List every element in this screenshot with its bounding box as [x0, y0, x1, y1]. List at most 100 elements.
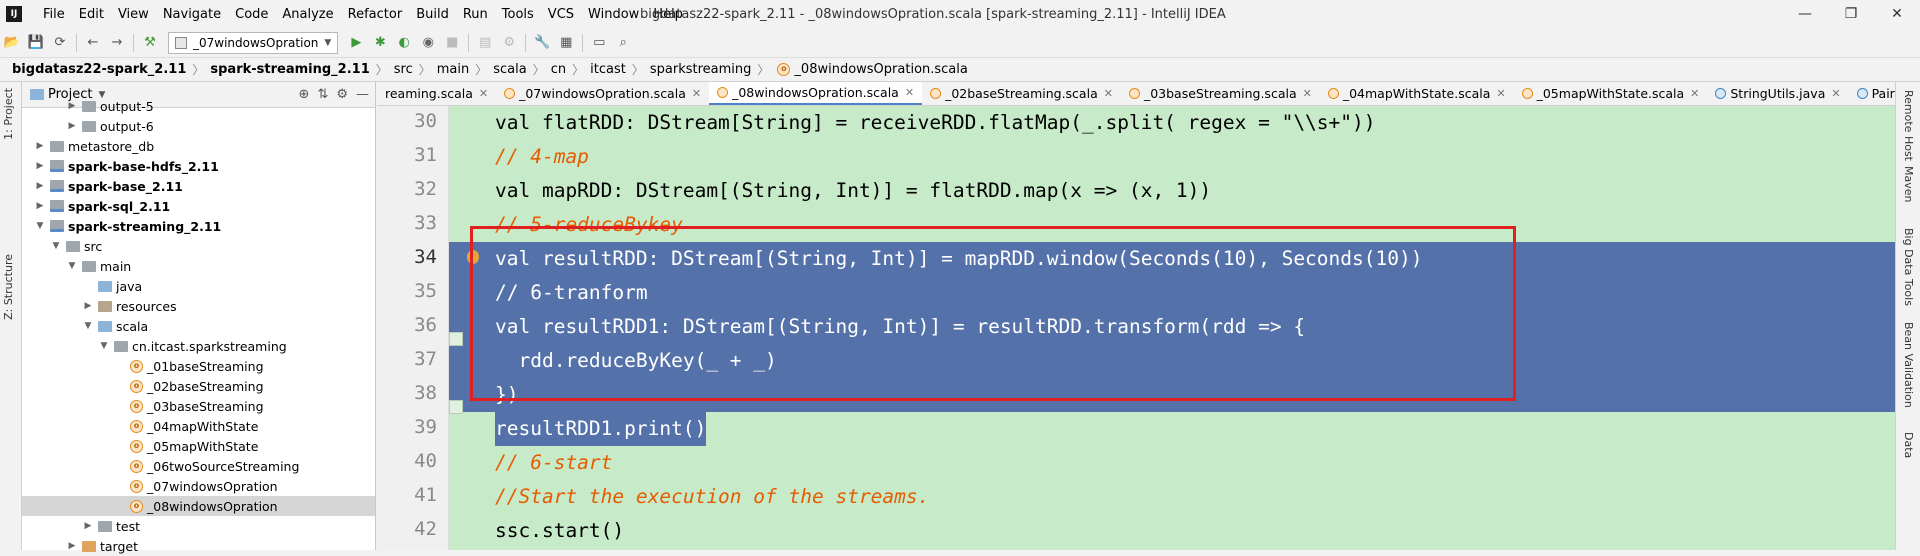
tab-file[interactable]: _03baseStreaming.scala ✕	[1121, 82, 1320, 105]
tab-project[interactable]: 1: Project	[2, 88, 15, 140]
tree-item[interactable]: ▶ metastore_db	[22, 136, 375, 156]
close-icon[interactable]: ✕	[479, 87, 488, 100]
tree-item[interactable]: o _07windowsOpration	[22, 476, 375, 496]
debug-icon[interactable]: ✱	[368, 32, 392, 54]
run-icon[interactable]: ▶	[344, 32, 368, 54]
close-icon[interactable]: ✕	[1496, 87, 1505, 100]
update-icon[interactable]: ⚙	[497, 32, 521, 54]
search-icon[interactable]: ⌕	[611, 32, 635, 54]
close-icon[interactable]: ✕	[692, 87, 701, 100]
menu-analyze[interactable]: Analyze	[275, 7, 340, 22]
tree-item[interactable]: ▼ src	[22, 236, 375, 256]
fold-marker-icon[interactable]	[449, 332, 463, 346]
code-line-selected[interactable]: resultRDD1.print()	[449, 412, 1895, 446]
tab-file[interactable]: reaming.scala ✕	[377, 82, 496, 105]
close-icon[interactable]: ✕	[905, 86, 914, 99]
tree-item[interactable]: java	[22, 276, 375, 296]
build-hammer-icon[interactable]: ⚒	[138, 32, 162, 54]
run-config-selector[interactable]: _07windowsOpration ▼	[168, 31, 339, 54]
tree-item[interactable]: o _01baseStreaming	[22, 356, 375, 376]
close-icon[interactable]: ✕	[1104, 87, 1113, 100]
fold-marker-icon[interactable]	[449, 400, 463, 414]
breadcrumb-item[interactable]: spark-streaming_2.11	[210, 62, 369, 77]
tab-bean-validation[interactable]: Bean Validation	[1902, 322, 1915, 408]
menu-run[interactable]: Run	[456, 7, 495, 22]
breadcrumb-item[interactable]: scala	[493, 62, 526, 77]
menu-vcs[interactable]: VCS	[541, 7, 581, 22]
tab-file-active[interactable]: _08windowsOpration.scala ✕	[709, 82, 923, 105]
breadcrumb-item[interactable]: cn	[551, 62, 566, 77]
tab-remote-host[interactable]: Remote Host	[1902, 90, 1915, 161]
tree-item[interactable]: ▶ output-6	[22, 116, 375, 136]
tab-database[interactable]: Data	[1902, 432, 1915, 458]
code-line[interactable]: // 6-start	[449, 446, 1895, 480]
tree-item[interactable]: o _06twoSourceStreaming	[22, 456, 375, 476]
code-line[interactable]: val flatRDD: DStream[String] = receiveRD…	[449, 106, 1895, 140]
code-line-selected[interactable]: // 6-tranform	[449, 276, 1895, 310]
tree-item[interactable]: ▶ output-5	[22, 96, 375, 116]
tab-structure[interactable]: Z: Structure	[2, 254, 15, 320]
breadcrumb-item[interactable]: _08windowsOpration.scala	[794, 62, 967, 77]
tab-maven[interactable]: Maven	[1902, 166, 1915, 202]
tree-item[interactable]: ▼ scala	[22, 316, 375, 336]
tree-item[interactable]: ▶ spark-base_2.11	[22, 176, 375, 196]
tree-item[interactable]: ▼ spark-streaming_2.11	[22, 216, 375, 236]
tree-item[interactable]: ▶ spark-sql_2.11	[22, 196, 375, 216]
code-line[interactable]: ssc.start()	[449, 514, 1895, 548]
close-icon[interactable]: ✕	[1690, 87, 1699, 100]
menu-navigate[interactable]: Navigate	[156, 7, 228, 22]
tree-item[interactable]: ▶ test	[22, 516, 375, 536]
profile-icon[interactable]: ◉	[416, 32, 440, 54]
tree-item[interactable]: ▶ target	[22, 536, 375, 556]
code-line[interactable]: // 5-reduceBykey	[449, 208, 1895, 242]
code-line-selected[interactable]: val resultRDD: DStream[(String, Int)] = …	[449, 242, 1895, 276]
tree-item[interactable]: o _03baseStreaming	[22, 396, 375, 416]
code-line-selected[interactable]: })	[449, 378, 1895, 412]
sync-icon[interactable]: ⟳	[48, 32, 72, 54]
tab-file[interactable]: _07windowsOpration.scala ✕	[496, 82, 709, 105]
menu-view[interactable]: View	[111, 7, 156, 22]
breadcrumb-item[interactable]: sparkstreaming	[650, 62, 752, 77]
tree-item[interactable]: o _04mapWithState	[22, 416, 375, 436]
code-line-selected[interactable]: val resultRDD1: DStream[(String, Int)] =…	[449, 310, 1895, 344]
menu-tools[interactable]: Tools	[495, 7, 541, 22]
bulb-icon[interactable]	[467, 250, 479, 264]
close-icon[interactable]: ✕	[1831, 87, 1840, 100]
tree-item[interactable]: ▶ resources	[22, 296, 375, 316]
breadcrumb-item[interactable]: bigdatasz22-spark_2.11	[12, 62, 186, 77]
frame-icon[interactable]: ▭	[587, 32, 611, 54]
menu-edit[interactable]: Edit	[72, 7, 111, 22]
forward-icon[interactable]: →	[105, 32, 129, 54]
menu-build[interactable]: Build	[409, 7, 456, 22]
wrench-icon[interactable]: 🔧	[530, 32, 554, 54]
restore-button[interactable]: ❐	[1828, 0, 1874, 28]
breadcrumb-item[interactable]: itcast	[590, 62, 626, 77]
breadcrumb-item[interactable]: src	[394, 62, 413, 77]
stop-icon[interactable]: ■	[440, 32, 464, 54]
code-line-selected[interactable]: rdd.reduceByKey(_ + _)	[449, 344, 1895, 378]
menu-window[interactable]: Window	[581, 7, 646, 22]
tree-item-selected[interactable]: o _08windowsOpration	[22, 496, 375, 516]
project-structure-icon[interactable]: ▦	[554, 32, 578, 54]
code-line[interactable]: //Start the execution of the streams.	[449, 480, 1895, 514]
tab-file[interactable]: StringUtils.java ✕	[1707, 82, 1848, 105]
menu-file[interactable]: File	[36, 7, 72, 22]
code-editor[interactable]: 30 31 32 33 34 35 36 37 38 39 40 41 42 v…	[377, 106, 1895, 550]
back-icon[interactable]: ←	[81, 32, 105, 54]
close-button[interactable]: ✕	[1874, 0, 1920, 28]
tab-file[interactable]: _02baseStreaming.scala ✕	[922, 82, 1121, 105]
tab-file[interactable]: _05mapWithState.scala ✕	[1514, 82, 1708, 105]
tree-item[interactable]: ▼ main	[22, 256, 375, 276]
coverage-icon[interactable]: ◐	[392, 32, 416, 54]
save-all-icon[interactable]: 💾	[24, 32, 48, 54]
tree-item[interactable]: ▶ spark-base-hdfs_2.11	[22, 156, 375, 176]
vcs-icon[interactable]: ▤	[473, 32, 497, 54]
breadcrumb-item[interactable]: main	[437, 62, 469, 77]
tab-file[interactable]: _04mapWithState.scala ✕	[1320, 82, 1514, 105]
open-folder-icon[interactable]: 📂	[0, 32, 24, 54]
tab-file[interactable]: PairDStreamFunc	[1849, 82, 1895, 105]
tab-big-data-tools[interactable]: Big Data Tools	[1902, 228, 1915, 306]
tree-item[interactable]: o _02baseStreaming	[22, 376, 375, 396]
code-line[interactable]: val mapRDD: DStream[(String, Int)] = fla…	[449, 174, 1895, 208]
tree-item[interactable]: o _05mapWithState	[22, 436, 375, 456]
